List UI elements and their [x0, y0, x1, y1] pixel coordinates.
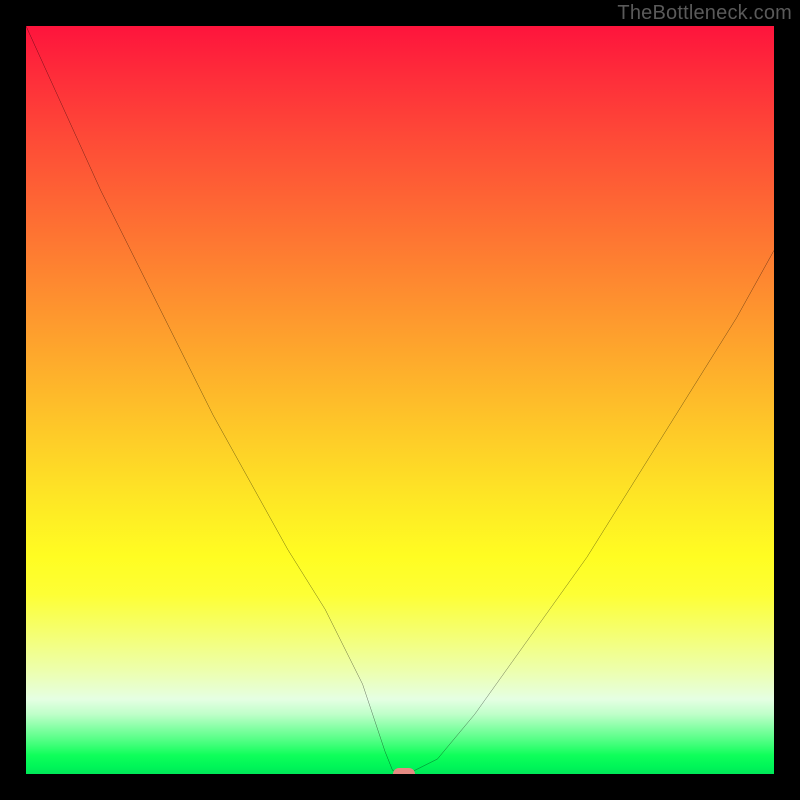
curve-line: [26, 26, 774, 774]
optimal-marker: [393, 768, 415, 774]
chart-frame: TheBottleneck.com: [0, 0, 800, 800]
bottleneck-curve: [26, 26, 774, 774]
plot-area: [26, 26, 774, 774]
watermark-text: TheBottleneck.com: [617, 2, 792, 25]
